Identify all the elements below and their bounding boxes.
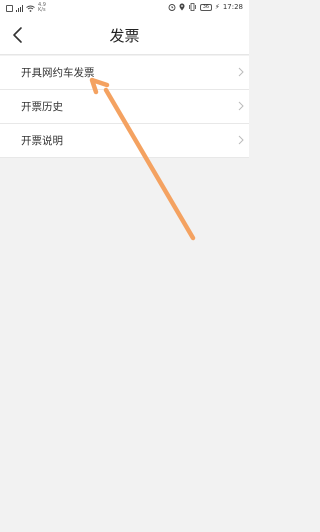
menu-item-label: 开票历史 [21, 101, 63, 113]
menu-item-label: 开票说明 [21, 135, 63, 147]
vibrate-icon [188, 3, 196, 11]
menu-item-invoice-instructions[interactable]: 开票说明 [0, 124, 249, 158]
location-icon [179, 3, 185, 11]
page-title: 发票 [109, 27, 140, 45]
menu-item-issue-ride-invoice[interactable]: 开具网约车发票 [0, 56, 249, 90]
charging-icon: ⚡ [214, 3, 220, 11]
wifi-icon [26, 5, 35, 12]
status-bar: 4.9 K/s 36 ⚡ 17:28 [0, 0, 249, 16]
sim-icon [6, 4, 13, 12]
invoice-menu: 开具网约车发票 开票历史 开票说明 [0, 56, 249, 158]
app-header: 发票 [0, 16, 249, 55]
status-time: 17:28 [222, 3, 243, 11]
battery-icon: 36 [199, 3, 212, 11]
status-right-group: 36 ⚡ 17:28 [168, 3, 243, 11]
chevron-right-icon [238, 101, 244, 111]
menu-item-label: 开具网约车发票 [21, 67, 95, 79]
menu-item-invoice-history[interactable]: 开票历史 [0, 90, 249, 124]
net-speed: 4.9 K/s [38, 3, 46, 13]
chevron-right-icon [238, 135, 244, 145]
chevron-right-icon [238, 67, 244, 77]
battery-level: 36 [202, 3, 210, 10]
alarm-icon [168, 4, 176, 11]
net-speed-unit: K/s [38, 7, 46, 13]
status-left-group: 4.9 K/s [6, 3, 46, 13]
signal-icon [16, 4, 23, 12]
